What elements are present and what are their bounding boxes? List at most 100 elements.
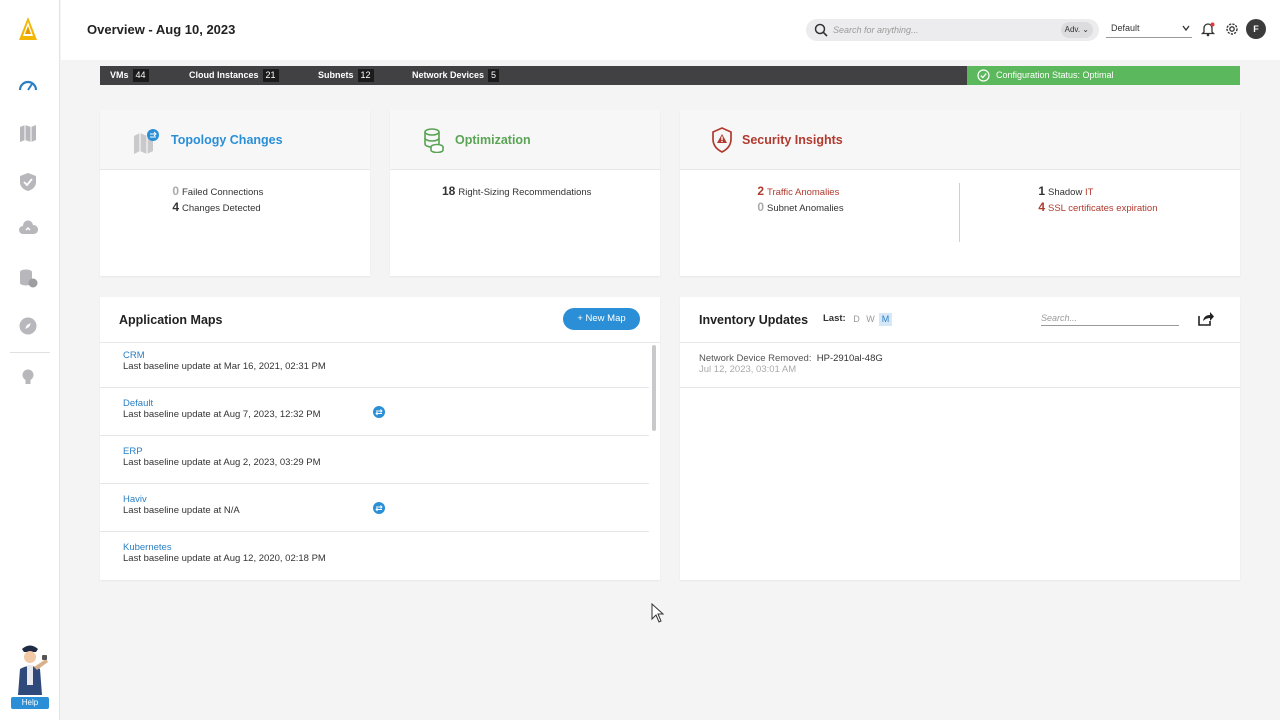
subnet-anomalies-metric[interactable]: 0 Subnet Anomalies bbox=[752, 200, 843, 214]
map-name-link[interactable]: ERP bbox=[123, 446, 143, 457]
user-avatar[interactable]: F bbox=[1246, 19, 1266, 39]
workspace-value: Default bbox=[1111, 23, 1140, 33]
stat-count: 21 bbox=[262, 69, 279, 82]
compass-icon[interactable] bbox=[17, 315, 39, 337]
map-row[interactable]: CRM Last baseline update at Mar 16, 2021… bbox=[100, 340, 649, 388]
topology-title: Topology Changes bbox=[171, 133, 283, 147]
dashboard-gauge-icon[interactable] bbox=[17, 75, 39, 97]
top-header: Overview - Aug 10, 2023 Adv. ⌄ Default F bbox=[61, 0, 1280, 60]
chevron-down-icon: ⌄ bbox=[1082, 25, 1089, 34]
metric-value: 1 bbox=[1038, 184, 1045, 198]
metric-label-highlight: IT bbox=[1084, 187, 1094, 198]
sync-icon[interactable] bbox=[373, 502, 385, 514]
logo-icon[interactable] bbox=[17, 16, 39, 42]
map-name-link[interactable]: Kubernetes bbox=[123, 542, 172, 553]
topology-map-icon bbox=[134, 129, 159, 154]
ssl-expiration-metric[interactable]: 4 SSL certificates expiration bbox=[1033, 200, 1157, 214]
inventory-updates-panel: Inventory Updates Last: D W M Network De… bbox=[680, 297, 1240, 580]
optimization-card[interactable]: Optimization 18 Right-Sizing Recommendati… bbox=[390, 110, 660, 276]
chevron-down-icon bbox=[1182, 25, 1190, 32]
search-input[interactable] bbox=[833, 22, 1058, 38]
new-map-button[interactable]: + New Map bbox=[563, 308, 640, 330]
inventory-updates-title: Inventory Updates bbox=[699, 313, 809, 327]
inventory-search-input[interactable] bbox=[1041, 310, 1179, 326]
stat-label: Subnets bbox=[318, 70, 354, 80]
stat-label: VMs bbox=[110, 70, 129, 80]
bell-icon[interactable] bbox=[1200, 21, 1216, 37]
range-month-button[interactable]: M bbox=[879, 313, 892, 326]
metric-value: 4 bbox=[172, 200, 179, 214]
application-maps-title: Application Maps bbox=[119, 313, 223, 327]
coins-database-icon bbox=[424, 128, 444, 153]
config-status-label: Configuration Status: Optimal bbox=[996, 70, 1114, 80]
stat-count: 44 bbox=[132, 69, 149, 82]
map-row[interactable]: Kubernetes Last baseline update at Aug 1… bbox=[100, 532, 649, 580]
map-name-link[interactable]: Haviv bbox=[123, 494, 147, 505]
map-name-link[interactable]: Default bbox=[123, 398, 153, 409]
workspace-select[interactable]: Default bbox=[1106, 20, 1192, 38]
help-button[interactable]: Help bbox=[11, 697, 49, 709]
metric-value: 4 bbox=[1038, 200, 1045, 214]
topology-changes-card[interactable]: Topology Changes 0 Failed Connections 4 Ch… bbox=[100, 110, 370, 276]
inventory-row[interactable]: Network Device Removed: HP-2910al-48G Ju… bbox=[680, 343, 1240, 388]
inventory-event-label: Network Device Removed: bbox=[699, 353, 812, 364]
failed-connections-metric[interactable]: 0 Failed Connections bbox=[165, 184, 263, 198]
lightbulb-icon[interactable] bbox=[17, 366, 39, 388]
database-cost-icon[interactable] bbox=[17, 267, 39, 289]
stat-label: Network Devices bbox=[412, 70, 485, 80]
stat-network-devices[interactable]: Network Devices 5 bbox=[412, 66, 500, 85]
security-insights-card[interactable]: Security Insights 2 Traffic Anomalies 0 Su… bbox=[680, 110, 1240, 276]
check-circle-icon bbox=[977, 69, 990, 82]
security-title: Security Insights bbox=[742, 133, 843, 147]
sync-icon[interactable] bbox=[373, 406, 385, 418]
help-character-icon bbox=[18, 645, 48, 695]
advanced-search-button[interactable]: Adv. ⌄ bbox=[1060, 22, 1093, 38]
stat-subnets[interactable]: Subnets 12 bbox=[318, 66, 374, 85]
map-baseline-text: Last baseline update at Mar 16, 2021, 02… bbox=[123, 361, 326, 372]
stat-cloud-instances[interactable]: Cloud Instances 21 bbox=[189, 66, 279, 85]
optimization-title: Optimization bbox=[455, 133, 531, 147]
metric-label: Traffic Anomalies bbox=[767, 187, 840, 198]
map-row[interactable]: Haviv Last baseline update at N/A bbox=[100, 484, 649, 532]
metric-label: Changes Detected bbox=[182, 203, 261, 214]
mouse-cursor-icon bbox=[651, 603, 665, 623]
page-title: Overview - Aug 10, 2023 bbox=[87, 22, 236, 37]
stat-label: Cloud Instances bbox=[189, 70, 259, 80]
right-sizing-metric[interactable]: 18 Right-Sizing Recommendations bbox=[442, 184, 591, 198]
range-week-button[interactable]: W bbox=[864, 313, 877, 326]
metric-value: 18 bbox=[442, 184, 456, 198]
stat-count: 12 bbox=[357, 69, 374, 82]
map-row[interactable]: ERP Last baseline update at Aug 2, 2023,… bbox=[100, 436, 649, 484]
help-widget[interactable]: Help bbox=[8, 643, 52, 709]
sidebar: Help bbox=[0, 0, 60, 720]
global-search[interactable]: Adv. ⌄ bbox=[806, 19, 1099, 41]
inventory-status-bar: VMs 44 Cloud Instances 21 Subnets 12 Networ… bbox=[100, 66, 1240, 85]
metrics-divider bbox=[959, 183, 960, 242]
map-name-link[interactable]: CRM bbox=[123, 350, 145, 361]
stat-vms[interactable]: VMs 44 bbox=[110, 66, 149, 85]
map-row[interactable]: Default Last baseline update at Aug 7, 2… bbox=[100, 388, 649, 436]
cloud-upload-icon[interactable] bbox=[17, 218, 39, 240]
gear-icon[interactable] bbox=[1224, 21, 1240, 37]
security-header: Security Insights bbox=[680, 110, 1240, 170]
metric-label: Failed Connections bbox=[182, 187, 264, 198]
scrollbar[interactable] bbox=[652, 345, 656, 431]
traffic-anomalies-metric[interactable]: 2 Traffic Anomalies bbox=[752, 184, 839, 198]
inventory-event-value: HP-2910al-48G bbox=[816, 353, 883, 364]
map-baseline-text: Last baseline update at Aug 12, 2020, 02… bbox=[123, 553, 326, 564]
metric-value: 0 bbox=[172, 184, 179, 198]
share-export-icon[interactable] bbox=[1197, 311, 1214, 326]
inventory-event: Network Device Removed: HP-2910al-48G bbox=[699, 353, 883, 364]
map-baseline-text: Last baseline update at Aug 7, 2023, 12:… bbox=[123, 409, 321, 420]
metric-label: SSL certificates expiration bbox=[1048, 203, 1158, 214]
last-range-label: Last: bbox=[823, 313, 846, 324]
map-icon[interactable] bbox=[17, 122, 39, 144]
application-maps-panel: Application Maps + New Map CRM Last base… bbox=[100, 297, 660, 580]
changes-detected-metric[interactable]: 4 Changes Detected bbox=[165, 200, 261, 214]
optimization-header: Optimization bbox=[390, 110, 660, 170]
configuration-status[interactable]: Configuration Status: Optimal bbox=[967, 66, 1240, 85]
shield-icon[interactable] bbox=[17, 171, 39, 193]
shadow-it-metric[interactable]: 1 Shadow IT bbox=[1033, 184, 1093, 198]
range-day-button[interactable]: D bbox=[850, 313, 863, 326]
shield-warning-icon bbox=[712, 127, 732, 153]
